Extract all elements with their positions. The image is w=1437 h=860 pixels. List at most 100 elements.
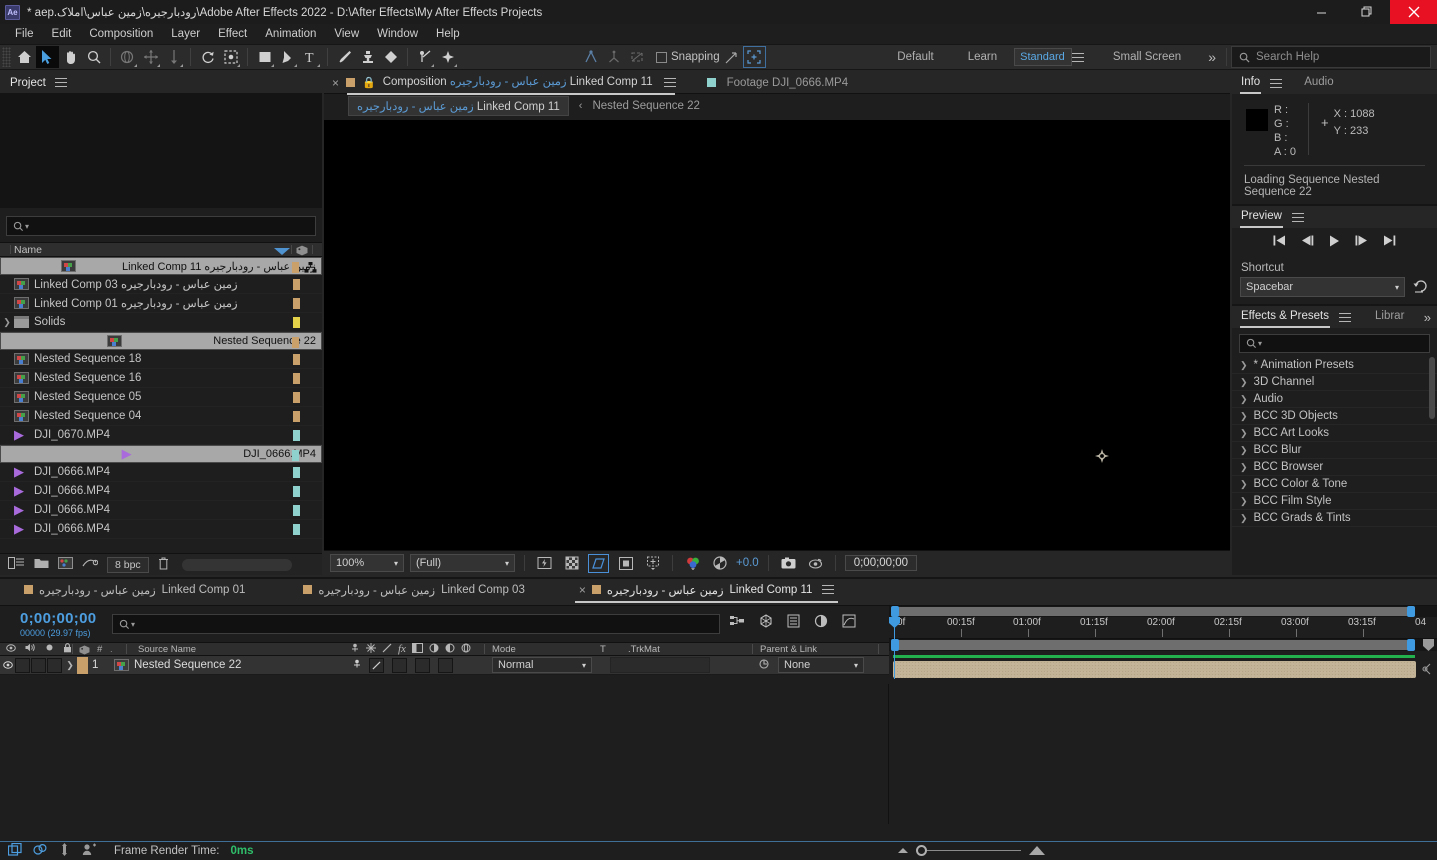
column-t[interactable]: T <box>600 644 606 655</box>
project-panel-menu-icon[interactable] <box>54 78 67 87</box>
video-switch-icon[interactable] <box>6 643 16 655</box>
search-dropdown-icon[interactable]: ▾ <box>131 620 135 629</box>
chevron-right-icon[interactable]: ❯ <box>1240 496 1248 507</box>
search-dropdown-icon[interactable]: ▾ <box>25 222 29 231</box>
snapshot-icon[interactable] <box>778 554 799 573</box>
rotation-tool-icon[interactable] <box>196 46 219 68</box>
chevron-right-icon[interactable]: ❯ <box>1240 377 1248 388</box>
effects-overflow-icon[interactable]: » <box>1424 310 1437 325</box>
magnification-select[interactable]: 100% ▾ <box>330 554 404 572</box>
time-navigator-fill[interactable] <box>893 640 1415 650</box>
layer-mode-select[interactable]: Normal ▾ <box>492 657 592 673</box>
snap-box-icon[interactable] <box>625 46 648 68</box>
anchor-point-icon[interactable] <box>1095 449 1109 463</box>
new-composition-icon[interactable] <box>58 557 73 572</box>
navigator-start-handle[interactable] <box>891 639 899 651</box>
hand-tool-icon[interactable] <box>59 46 82 68</box>
tab-info[interactable]: Info <box>1239 76 1262 94</box>
shy-icon[interactable] <box>350 643 360 656</box>
team-icon[interactable] <box>82 843 97 859</box>
interpret-footage-icon[interactable] <box>8 557 25 572</box>
label-color-swatch[interactable] <box>293 373 300 384</box>
chevron-right-icon[interactable]: ❯ <box>1240 360 1248 371</box>
search-dropdown-icon[interactable]: ▾ <box>1258 339 1262 348</box>
layer-video-toggle[interactable] <box>0 661 15 669</box>
reset-shortcut-icon[interactable] <box>1413 279 1429 296</box>
graph-editor-icon[interactable] <box>842 614 856 631</box>
list-item[interactable]: Nested Sequence 05 <box>0 388 322 407</box>
timeline-zoom-slider[interactable] <box>916 845 1021 856</box>
audio-switch-icon[interactable] <box>25 643 36 655</box>
previous-frame-button[interactable] <box>1301 235 1314 249</box>
column-trkmat[interactable]: .TrkMat <box>628 644 660 655</box>
list-item[interactable]: Nested Sequence 22 <box>0 332 322 350</box>
project-item-list[interactable]: زمین عباس - رودبارجیره Linked Comp 11 زم… <box>0 257 322 543</box>
chevron-right-icon[interactable]: ❯ <box>1240 445 1248 456</box>
chevron-left-icon[interactable]: ‹ <box>579 100 583 112</box>
adjustment-layer-icon[interactable] <box>445 643 455 656</box>
layer-audio-toggle[interactable] <box>15 657 30 673</box>
puppet-pin-tool-icon[interactable] <box>413 46 436 68</box>
label-color-swatch[interactable] <box>293 298 300 309</box>
selection-tool-icon[interactable] <box>36 46 59 68</box>
brush-tool-icon[interactable] <box>333 46 356 68</box>
tab-effects-presets[interactable]: Effects & Presets <box>1240 310 1330 328</box>
roto-brush-tool-icon[interactable] <box>219 46 242 68</box>
chevron-right-icon[interactable]: ❯ <box>1240 462 1248 473</box>
3d-layer-icon[interactable] <box>461 643 471 656</box>
label-color-swatch[interactable] <box>293 524 300 535</box>
layer-label-color[interactable] <box>77 656 88 674</box>
bit-depth-button[interactable]: 8 bpc <box>107 556 149 573</box>
project-footer-pill[interactable] <box>181 558 292 571</box>
label-color-swatch[interactable] <box>293 392 300 403</box>
clone-stamp-tool-icon[interactable] <box>356 46 379 68</box>
puppet-starch-tool-icon[interactable] <box>436 46 459 68</box>
show-snapshot-icon[interactable] <box>805 554 826 573</box>
label-color-swatch[interactable] <box>293 317 300 328</box>
list-item[interactable]: ❯ BCC Blur <box>1232 442 1437 459</box>
work-area-end-handle[interactable] <box>1407 606 1415 617</box>
next-frame-button[interactable] <box>1355 235 1368 249</box>
toolbar-grip[interactable] <box>2 47 11 67</box>
label-color-swatch[interactable] <box>293 279 300 290</box>
delete-icon[interactable] <box>158 557 169 573</box>
expand-arrow-icon[interactable]: ❯ <box>0 317 14 328</box>
navigator-end-handle[interactable] <box>1407 639 1415 651</box>
shape-tool-icon[interactable] <box>253 46 276 68</box>
pen-tool-icon[interactable] <box>276 46 299 68</box>
shortcut-select[interactable]: Spacebar ▾ <box>1240 277 1405 297</box>
list-item[interactable]: Nested Sequence 04 <box>0 407 322 426</box>
motion-blur-toggle[interactable] <box>438 657 453 673</box>
preview-panel-menu-icon[interactable] <box>1291 212 1304 222</box>
chevron-right-icon[interactable]: ❯ <box>1240 394 1248 405</box>
label-color-swatch[interactable] <box>292 337 299 348</box>
workspace-default[interactable]: Default <box>880 51 950 63</box>
layer-lock-toggle[interactable] <box>47 657 62 673</box>
effects-panel-menu-icon[interactable] <box>1339 312 1351 322</box>
list-item[interactable]: ▶ DJI_0670.MP4 <box>0 426 322 445</box>
menu-view[interactable]: View <box>325 26 368 42</box>
timeline-track-row[interactable] <box>889 660 1437 679</box>
list-item[interactable]: ▶ DJI_0666.MP4 <box>0 482 322 501</box>
last-frame-button[interactable] <box>1383 235 1396 249</box>
menu-edit[interactable]: Edit <box>43 26 81 42</box>
snapping-toggle[interactable]: Snapping <box>656 51 720 63</box>
hide-shy-layers-icon[interactable] <box>787 614 800 631</box>
transform-box-icon[interactable] <box>742 46 766 68</box>
close-icon[interactable]: × <box>332 76 339 90</box>
layers-icon[interactable] <box>7 842 22 859</box>
list-item[interactable]: ▶ DJI_0666.MP4 <box>0 520 322 539</box>
timeline-search-input[interactable]: ▾ <box>112 614 720 634</box>
label-color-swatch[interactable] <box>292 262 299 273</box>
list-item[interactable]: Nested Sequence 16 <box>0 369 322 388</box>
exposure-reset-icon[interactable] <box>709 554 730 573</box>
maximize-button[interactable] <box>1344 0 1390 24</box>
quality-icon[interactable] <box>382 643 392 656</box>
work-area-bar[interactable] <box>889 606 1437 617</box>
search-help-input[interactable]: Search Help <box>1231 46 1431 68</box>
column-mode[interactable]: Mode <box>492 644 516 655</box>
minimize-button[interactable] <box>1298 0 1344 24</box>
composition-panel-menu-icon[interactable] <box>663 78 676 87</box>
tab-footage[interactable]: Footage DJI_0666.MP4 <box>727 77 848 89</box>
column-source-name[interactable]: Source Name <box>138 644 196 655</box>
